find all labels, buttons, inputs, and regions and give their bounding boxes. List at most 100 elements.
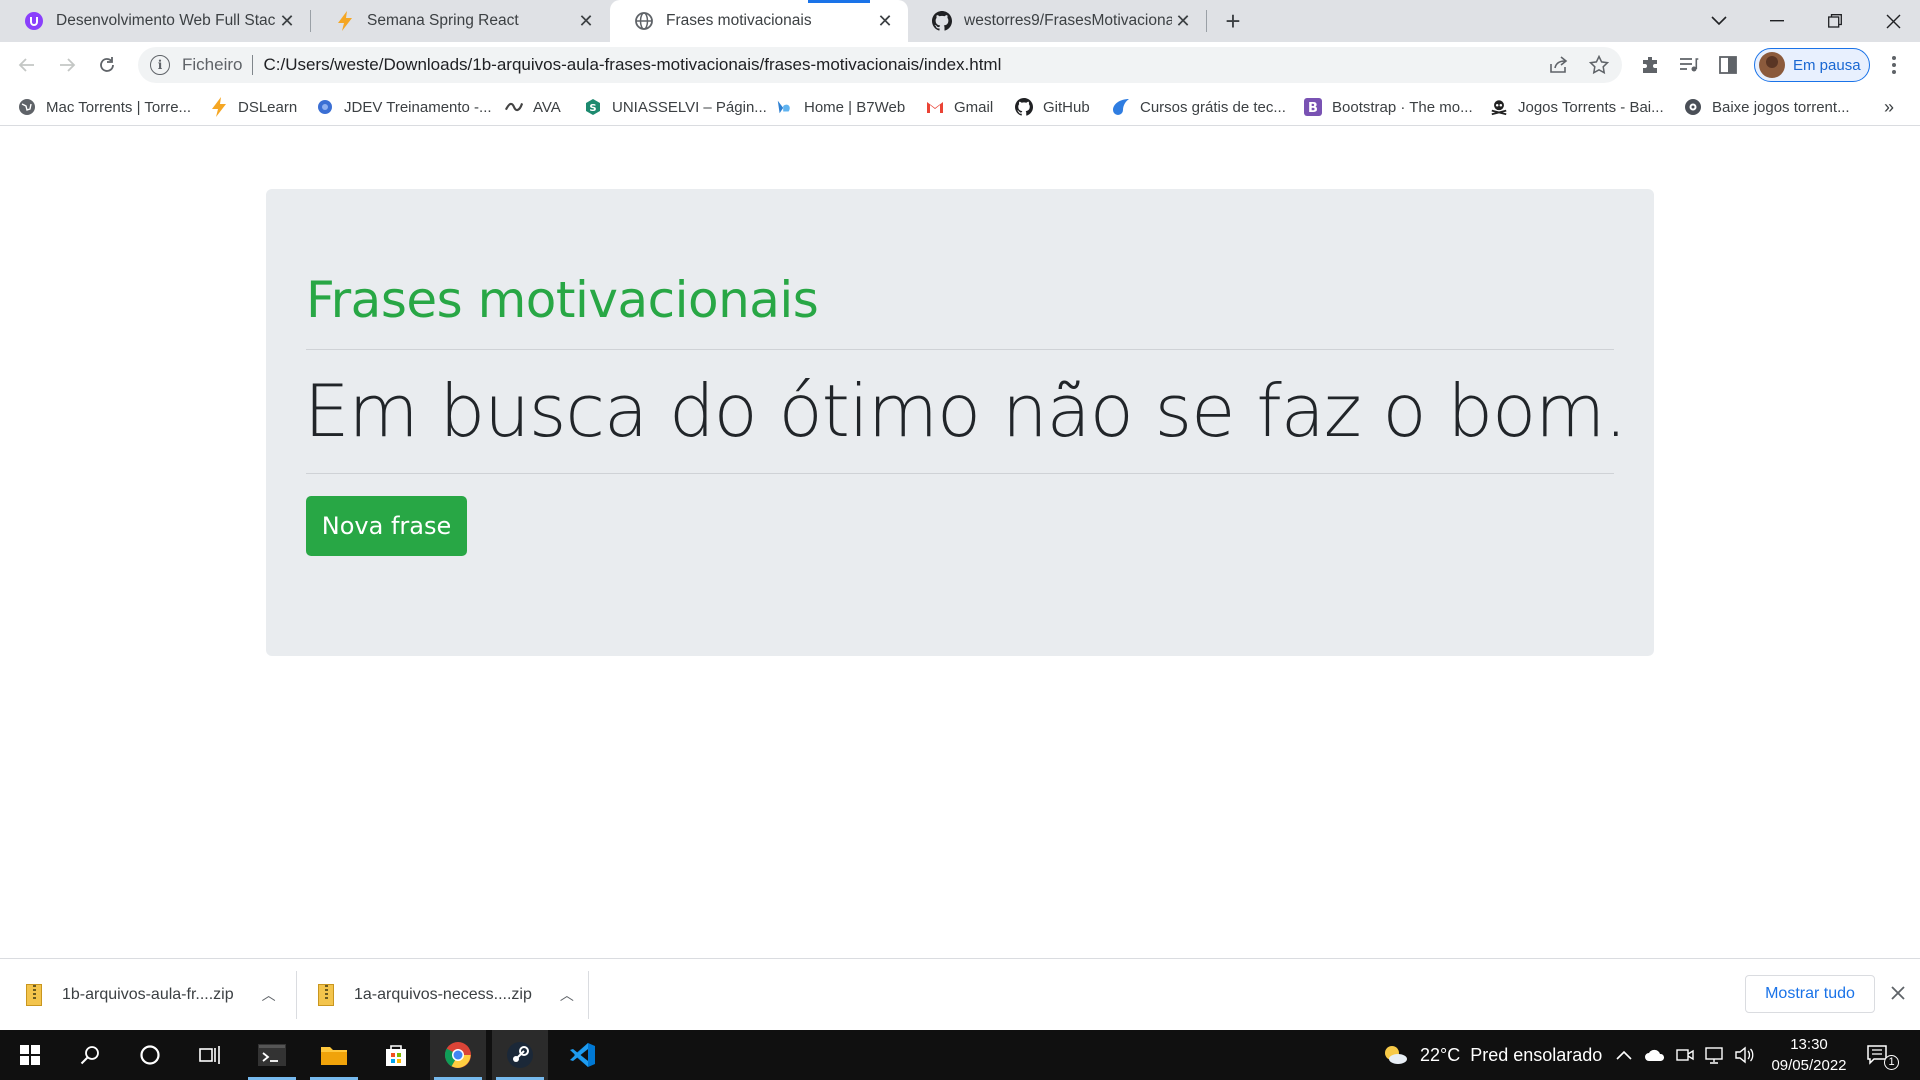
motivational-quote: Em busca do ótimo não se faz o bom. [304,369,1627,453]
close-icon [1886,14,1900,28]
clock-date: 09/05/2022 [1771,1057,1847,1074]
download-filename: 1b-arquivos-aula-fr....zip [62,986,234,1003]
svg-text:B: B [1308,101,1318,116]
back-button[interactable] [12,50,42,80]
minimize-icon [1770,20,1784,22]
bookmark-dslearn[interactable]: DSLearn [210,94,297,120]
download-item[interactable]: 1b-arquivos-aula-fr....zip ︿ [26,969,276,1021]
bookmark-label: Cursos grátis de tec... [1140,98,1286,116]
address-bar[interactable]: i Ficheiro C:/Users/weste/Downloads/1b-a… [138,47,1622,83]
bookmark-star-button[interactable] [1585,51,1613,79]
kebab-menu-icon [1892,56,1896,74]
bookmark-jogos-torrents[interactable]: Jogos Torrents - Bai... [1490,94,1664,120]
bookmark-bootstrap[interactable]: B Bootstrap · The mo... [1304,94,1473,120]
tab-title: westorres9/FrasesMotivacionais [964,12,1172,29]
bookmark-label: AVA [533,98,561,116]
minimize-button[interactable] [1748,0,1806,42]
bookmark-github[interactable]: GitHub [1015,94,1090,120]
globe-icon [634,11,654,31]
bookmark-ava[interactable]: AVA [505,94,561,120]
close-tab-icon[interactable]: ✕ [874,10,896,32]
download-divider [296,971,297,1019]
action-center-button[interactable]: 1 [1866,1030,1899,1080]
quote-panel: Frases motivacionais Em busca do ótimo n… [266,189,1654,656]
reload-button[interactable] [92,50,122,80]
close-tab-icon[interactable]: ✕ [1172,10,1194,32]
download-filename: 1a-arquivos-necess....zip [354,986,532,1003]
taskbar-steam[interactable] [492,1030,548,1080]
bookmark-label: Jogos Torrents - Bai... [1518,98,1664,116]
close-window-button[interactable] [1864,0,1920,42]
folder-icon [321,1047,347,1065]
notification-count: 1 [1884,1054,1899,1070]
download-item[interactable]: 1a-arquivos-necess....zip ︿ [318,969,574,1021]
bookmark-b7web[interactable]: Home | B7Web [776,94,905,120]
close-tab-icon[interactable]: ✕ [575,10,597,32]
new-tab-button[interactable]: + [1218,6,1248,36]
bookmark-baixe-jogos[interactable]: Baixe jogos torrent... [1684,94,1850,120]
side-panel-button[interactable] [1714,51,1742,79]
share-button[interactable] [1545,51,1573,79]
taskbar-vscode[interactable] [554,1030,610,1080]
clock[interactable]: 13:30 09/05/2022 [1764,1034,1854,1076]
avatar [1759,52,1785,78]
url-text[interactable]: C:/Users/weste/Downloads/1b-arquivos-aul… [263,55,1001,75]
taskbar-chrome[interactable] [430,1030,486,1080]
taskbar-microsoft-store[interactable] [368,1030,424,1080]
forward-button[interactable] [52,50,82,80]
taskbar-file-explorer[interactable] [306,1030,362,1080]
bookmark-label: Gmail [954,98,994,116]
scheme-label: Ficheiro [182,55,243,74]
start-button[interactable] [2,1030,58,1080]
cortana-button[interactable] [122,1030,178,1080]
more-bookmarks-button[interactable]: » [1884,94,1894,120]
close-download-bar-button[interactable] [1884,979,1912,1007]
chevron-up-icon[interactable]: ︿ [262,985,276,1005]
divider [306,473,1614,474]
network-button[interactable] [1704,1030,1724,1080]
tab-search-button[interactable] [1690,0,1748,42]
divider [306,349,1614,350]
bookmark-gmail[interactable]: Gmail [926,94,993,120]
tab-github-repo[interactable]: westorres9/FrasesMotivacionais ✕ [908,0,1206,42]
b7web-icon [776,98,794,116]
bookmark-cursos-gratis[interactable]: Cursos grátis de tec... [1112,94,1286,120]
volume-button[interactable] [1734,1030,1754,1080]
windows-logo-icon [20,1045,40,1065]
show-hidden-icons-button[interactable] [1616,1030,1632,1080]
taskbar-terminal[interactable] [244,1030,300,1080]
bookmark-mac-torrents[interactable]: Mac Torrents | Torre... [18,94,191,120]
gmail-icon [926,98,944,116]
address-separator [252,55,254,75]
search-button[interactable] [62,1030,118,1080]
extensions-button[interactable] [1636,51,1664,79]
meet-now-button[interactable] [1676,1030,1694,1080]
weather-text: 22°C Pred ensolarado [1420,1044,1603,1065]
new-quote-button[interactable]: Nova frase [306,496,467,556]
onedrive-button[interactable] [1644,1030,1666,1080]
network-icon [1705,1047,1723,1064]
restore-button[interactable] [1806,0,1864,42]
weather-widget[interactable]: 22°C Pred ensolarado [1382,1030,1602,1080]
tab-strip: Desenvolvimento Web Full Stack ✕ Semana … [0,0,1920,42]
task-view-button[interactable] [182,1030,238,1080]
tab-title: Desenvolvimento Web Full Stack [56,12,276,29]
bookmark-uniasselvi[interactable]: S UNIASSELVI – Págin... [584,94,767,120]
show-all-downloads-button[interactable]: Mostrar tudo [1745,975,1875,1013]
tab-frases-motivacionais[interactable]: Frases motivacionais ✕ [610,0,908,42]
share-icon [1550,56,1568,73]
reload-icon [100,57,114,72]
media-control-button[interactable] [1675,51,1703,79]
task-view-icon [199,1046,220,1064]
chevron-up-icon[interactable]: ︿ [560,985,574,1005]
tab-desenvolvimento-web[interactable]: Desenvolvimento Web Full Stack ✕ [0,0,310,42]
bookmark-label: DSLearn [238,98,298,116]
close-tab-icon[interactable]: ✕ [276,10,298,32]
bookmark-label: Baixe jogos torrent... [1712,98,1850,116]
profile-button[interactable]: Em pausa [1754,48,1870,82]
browser-menu-button[interactable] [1880,51,1908,79]
bookmark-jdev[interactable]: JDEV Treinamento -... [316,94,492,120]
tab-semana-spring-react[interactable]: Semana Spring React ✕ [311,0,609,42]
camera-icon [1676,1049,1694,1061]
site-info-icon[interactable]: i [150,55,170,75]
